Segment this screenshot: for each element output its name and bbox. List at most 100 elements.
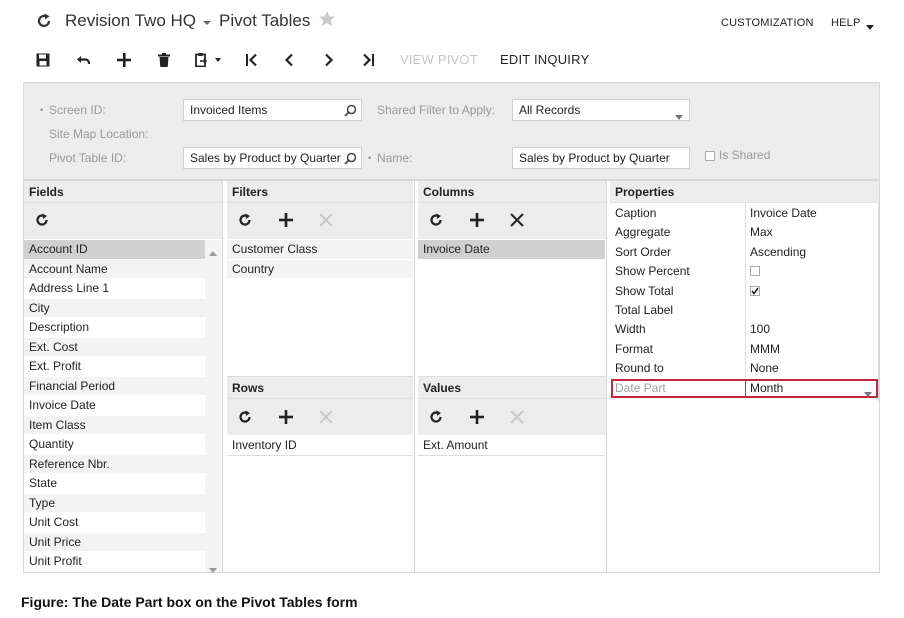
- name-field[interactable]: Sales by Product by Quarter: [512, 147, 690, 169]
- refresh-icon[interactable]: [427, 211, 445, 229]
- add-icon[interactable]: [277, 211, 295, 229]
- property-value[interactable]: Ascending: [750, 245, 806, 259]
- is-shared-checkbox[interactable]: [705, 151, 715, 161]
- next-record-icon[interactable]: [319, 50, 339, 70]
- star-icon[interactable]: [318, 10, 336, 28]
- add-icon[interactable]: [114, 50, 134, 70]
- field-item[interactable]: Reference Nbr.: [24, 454, 205, 474]
- scroll-up-icon[interactable]: [209, 245, 217, 259]
- filter-item[interactable]: Country: [227, 259, 413, 279]
- chevron-down-icon[interactable]: [202, 16, 212, 25]
- add-icon[interactable]: [468, 408, 486, 426]
- field-item[interactable]: Unit Cost: [24, 513, 205, 533]
- screen-id-field[interactable]: Invoiced Items: [183, 99, 362, 121]
- remove-icon[interactable]: [508, 408, 526, 426]
- property-value[interactable]: 100: [750, 322, 770, 336]
- summary-form: [23, 82, 880, 180]
- fields-scrollbar[interactable]: [205, 240, 221, 572]
- property-label: Aggregate: [615, 225, 671, 240]
- property-value[interactable]: Max: [750, 225, 773, 239]
- refresh-icon[interactable]: [36, 12, 52, 30]
- screen-id-value: Invoiced Items: [190, 103, 268, 117]
- field-item[interactable]: Address Line 1: [24, 279, 205, 299]
- field-item[interactable]: Financial Period: [24, 376, 205, 396]
- date-part-select[interactable]: Month: [746, 380, 876, 397]
- field-item[interactable]: Description: [24, 318, 205, 338]
- field-item[interactable]: City: [24, 298, 205, 318]
- property-value[interactable]: MMM: [750, 342, 780, 356]
- field-item[interactable]: Unit Profit: [24, 552, 205, 572]
- remove-icon[interactable]: [317, 211, 335, 229]
- refresh-icon[interactable]: [236, 211, 254, 229]
- rows-header: Rows: [227, 377, 413, 399]
- value-field-item[interactable]: Ext. Amount: [418, 436, 605, 456]
- divider: [222, 181, 223, 572]
- shared-filter-select[interactable]: All Records: [512, 99, 690, 121]
- field-item[interactable]: Type: [24, 493, 205, 513]
- undo-icon[interactable]: [74, 50, 94, 70]
- field-item[interactable]: Invoice Date: [24, 396, 205, 416]
- row-field-item[interactable]: Inventory ID: [227, 436, 413, 456]
- property-label: Caption: [615, 206, 657, 220]
- field-item[interactable]: Account ID: [24, 240, 205, 260]
- refresh-icon[interactable]: [427, 408, 445, 426]
- checkmark-icon: [751, 287, 759, 295]
- last-record-icon[interactable]: [359, 50, 379, 70]
- property-label: Total Label: [615, 303, 674, 317]
- fields-toolbar: [24, 203, 222, 239]
- properties-header: Properties: [610, 181, 879, 203]
- field-item[interactable]: Ext. Cost: [24, 337, 205, 357]
- property-value[interactable]: Invoice Date: [750, 206, 817, 220]
- pivot-table-id-field[interactable]: Sales by Product by Quarter: [183, 147, 362, 169]
- search-icon[interactable]: [344, 152, 357, 165]
- edit-inquiry-button[interactable]: EDIT INQUIRY: [500, 52, 589, 67]
- field-item[interactable]: Ext. Profit: [24, 357, 205, 377]
- property-label: Show Percent: [615, 264, 690, 279]
- shared-filter-label: Shared Filter to Apply:: [377, 103, 496, 117]
- customization-menu[interactable]: CUSTOMIZATION: [721, 17, 814, 29]
- remove-icon[interactable]: [317, 408, 335, 426]
- divider: [606, 181, 607, 572]
- chevron-down-icon[interactable]: [866, 20, 874, 30]
- chevron-down-icon[interactable]: [675, 109, 683, 120]
- chevron-down-icon[interactable]: [864, 386, 872, 400]
- remove-icon[interactable]: [508, 211, 526, 229]
- search-icon[interactable]: [344, 104, 357, 117]
- values-header: Values: [418, 377, 606, 399]
- column-item[interactable]: Invoice Date: [418, 240, 605, 260]
- add-icon[interactable]: [277, 408, 295, 426]
- required-marker: •: [368, 153, 372, 163]
- property-label: Date Part: [615, 380, 666, 395]
- required-marker: •: [40, 105, 44, 115]
- view-pivot-button[interactable]: VIEW PIVOT: [400, 52, 478, 67]
- refresh-icon[interactable]: [33, 211, 51, 229]
- field-item[interactable]: Unit Price: [24, 532, 205, 552]
- property-label: Sort Order: [615, 244, 672, 259]
- previous-record-icon[interactable]: [279, 50, 299, 70]
- help-menu[interactable]: HELP: [831, 17, 861, 29]
- company-name[interactable]: Revision Two HQ: [65, 11, 196, 31]
- field-item[interactable]: Quantity: [24, 435, 205, 455]
- field-item[interactable]: State: [24, 474, 205, 494]
- save-icon[interactable]: [33, 50, 53, 70]
- shared-filter-value: All Records: [519, 103, 581, 117]
- property-value[interactable]: None: [750, 361, 779, 375]
- delete-icon[interactable]: [154, 50, 174, 70]
- first-record-icon[interactable]: [241, 50, 261, 70]
- filter-item[interactable]: Customer Class: [227, 240, 413, 260]
- figure-caption: Figure: The Date Part box on the Pivot T…: [21, 594, 358, 610]
- unchecked-checkbox[interactable]: [750, 266, 760, 277]
- divider: [745, 203, 746, 377]
- add-icon[interactable]: [468, 211, 486, 229]
- checked-checkbox[interactable]: [750, 285, 760, 296]
- field-item[interactable]: Item Class: [24, 415, 205, 435]
- scroll-down-icon[interactable]: [209, 562, 217, 576]
- property-label: Show Total: [615, 283, 674, 298]
- property-label: Format: [615, 341, 654, 356]
- pivot-table-id-value: Sales by Product by Quarter: [190, 151, 341, 165]
- clipboard-icon[interactable]: [194, 50, 224, 70]
- date-part-value: Month: [750, 380, 784, 395]
- fields-header: Fields: [24, 181, 222, 203]
- field-item[interactable]: Account Name: [24, 259, 205, 279]
- refresh-icon[interactable]: [236, 408, 254, 426]
